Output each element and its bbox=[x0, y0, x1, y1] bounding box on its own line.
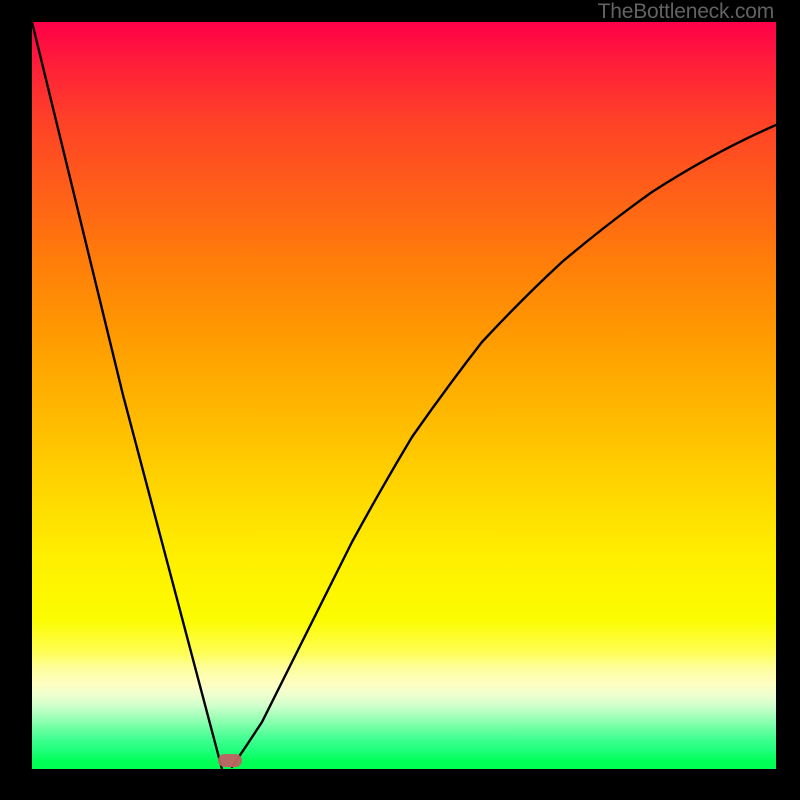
watermark-text: TheBottleneck.com bbox=[598, 0, 774, 24]
right-branch-path bbox=[232, 125, 776, 767]
dip-marker bbox=[218, 754, 242, 767]
plot-area bbox=[32, 22, 776, 769]
left-branch-path bbox=[32, 22, 222, 769]
curve-svg bbox=[32, 22, 776, 769]
chart-frame: TheBottleneck.com bbox=[0, 0, 800, 800]
